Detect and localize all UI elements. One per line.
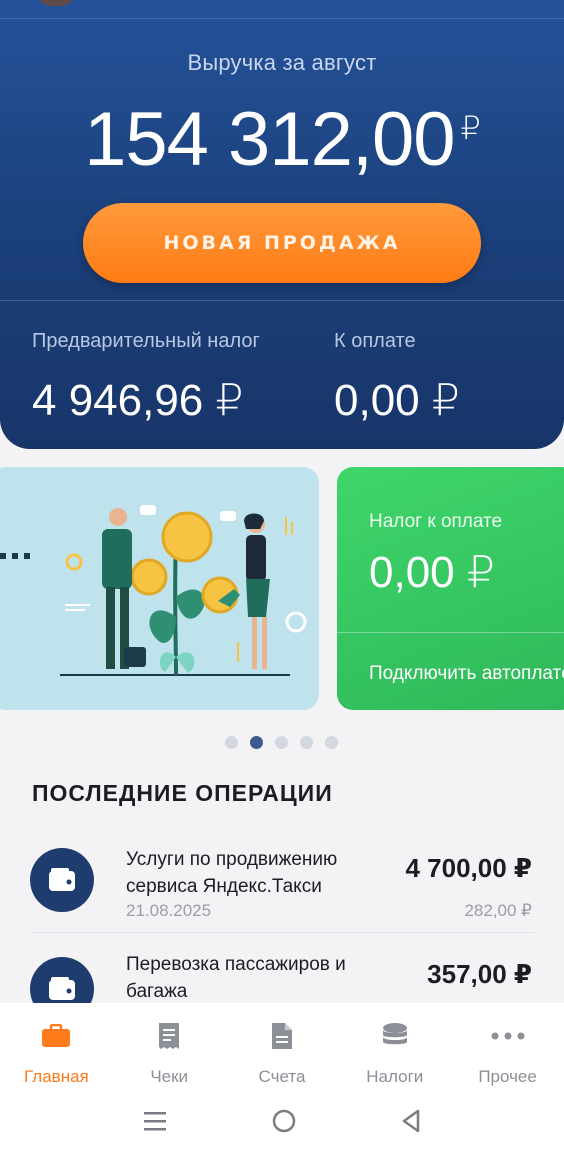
operation-name: Услуги по продвижению сервиса Яндекс.Так… (126, 849, 338, 897)
nav-item-taxes[interactable]: Налоги (338, 1003, 451, 1092)
carousel-dot[interactable] (325, 736, 338, 749)
avatar[interactable] (36, 0, 76, 6)
recent-apps-icon[interactable] (143, 1110, 167, 1137)
recent-operations-title: ПОСЛЕДНИЕ ОПЕРАЦИИ (32, 780, 333, 806)
more-dots-icon (491, 1021, 525, 1051)
operation-amount: 4 700,00 ₽ (405, 853, 532, 883)
wallet-icon (30, 848, 94, 912)
operation-row[interactable]: Перевозка пассажиров и багажа 357,00 ₽ (30, 951, 534, 1021)
nav-item-receipts[interactable]: Чеки (113, 1003, 226, 1092)
currency-sign: ₽ (460, 110, 481, 146)
divider (337, 632, 564, 633)
operation-name: Перевозка пассажиров и багажа (126, 954, 346, 1002)
operation-date: 21.08.2025 (126, 901, 212, 920)
operation-row[interactable]: Услуги по продвижению сервиса Яндекс.Так… (30, 846, 534, 936)
new-sale-button[interactable]: НОВАЯ ПРОДАЖА (83, 203, 481, 283)
bottom-navigation: Главная Чеки Счета Налоги Прочее (0, 1003, 564, 1092)
coins-stack-icon (381, 1021, 409, 1051)
nav-label: Налоги (366, 1067, 424, 1086)
divider (0, 300, 564, 301)
carousel-dot[interactable] (225, 736, 238, 749)
home-circle-icon[interactable] (272, 1109, 296, 1138)
tax-to-pay-label: К оплате (334, 330, 416, 352)
nav-item-invoices[interactable]: Счета (226, 1003, 339, 1092)
tax-to-pay-value: 0,00 ₽ (334, 376, 460, 425)
nav-item-home[interactable]: Главная (0, 1003, 113, 1092)
document-icon (271, 1021, 293, 1051)
back-triangle-icon[interactable] (401, 1109, 421, 1138)
tax-to-pay-card[interactable]: Налог к оплате 0,00 ₽ Подключить автопла… (337, 467, 564, 710)
promo-banner-card[interactable] (0, 467, 319, 710)
operation-amount: 357,00 ₽ (427, 959, 532, 989)
divider (30, 932, 534, 933)
nav-label: Главная (24, 1067, 89, 1086)
business-growth-illustration (0, 505, 307, 676)
revenue-title: Выручка за август (187, 50, 377, 75)
tax-card-amount: 0,00 ₽ (369, 548, 495, 597)
system-navigation-bar (0, 1092, 564, 1154)
tax-to-pay[interactable]: К оплате 0,00 ₽ (334, 330, 460, 426)
preliminary-tax-value: 4 946,96 ₽ (32, 376, 244, 425)
carousel-dot[interactable] (300, 736, 313, 749)
revenue-amount: 154 312,00 ₽ (0, 102, 564, 178)
carousel-dot-active[interactable] (250, 736, 263, 749)
revenue-amount-value: 154 312,00 (84, 97, 455, 182)
nav-item-more[interactable]: Прочее (451, 1003, 564, 1092)
autopay-link[interactable]: Подключить автоплатёж (369, 663, 564, 685)
preliminary-tax-label: Предварительный налог (32, 330, 260, 352)
receipt-icon (158, 1021, 180, 1051)
operation-tax: 282,00 ₽ (464, 901, 532, 920)
tax-card-label: Налог к оплате (369, 511, 503, 532)
preliminary-tax[interactable]: Предварительный налог 4 946,96 ₽ (32, 330, 260, 426)
nav-label: Прочее (478, 1067, 537, 1086)
divider (0, 18, 564, 19)
nav-label: Счета (258, 1067, 306, 1086)
briefcase-icon (41, 1021, 71, 1051)
carousel-dot[interactable] (275, 736, 288, 749)
carousel-pagination (225, 736, 338, 749)
nav-label: Чеки (150, 1067, 189, 1086)
revenue-card: Выручка за август 154 312,00 ₽ НОВАЯ ПРОД… (0, 0, 564, 449)
